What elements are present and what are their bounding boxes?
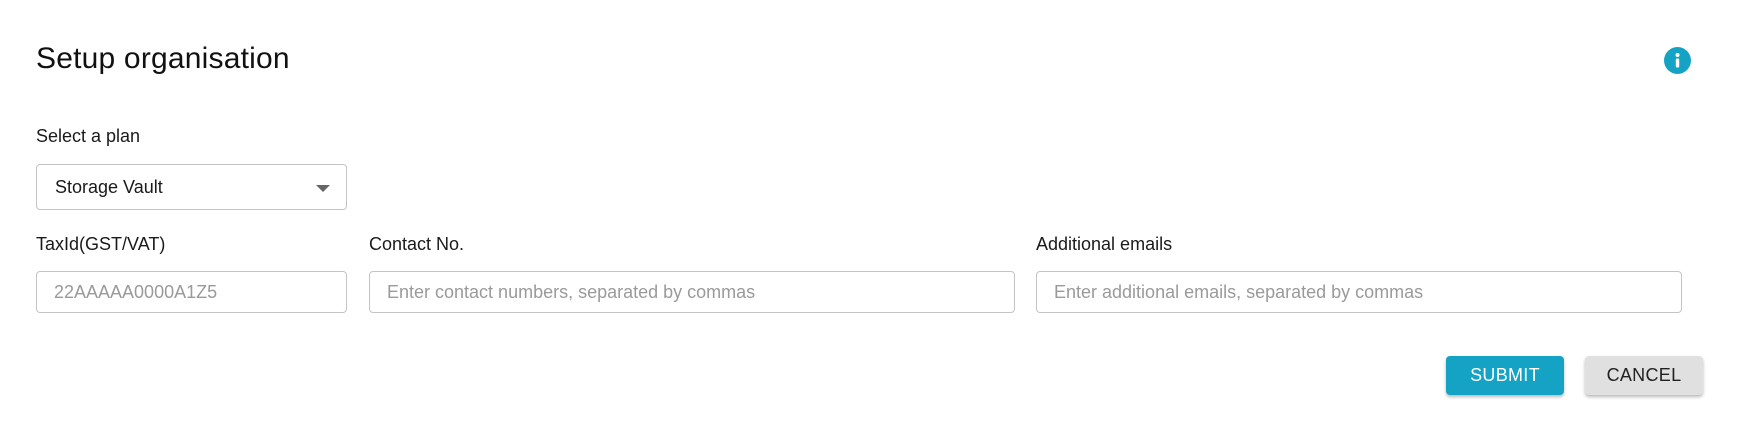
caret-down-icon [316, 185, 330, 192]
page-title: Setup organisation [36, 42, 290, 75]
plan-select-value: Storage Vault [55, 177, 163, 197]
emails-label: Additional emails [1036, 234, 1173, 254]
plan-label: Select a plan [36, 126, 141, 146]
info-glyph [1675, 53, 1680, 68]
contact-input[interactable] [369, 271, 1015, 313]
contact-label: Contact No. [369, 234, 465, 254]
cancel-button[interactable]: CANCEL [1585, 356, 1703, 395]
tax-id-input[interactable] [36, 271, 347, 313]
emails-input[interactable] [1036, 271, 1682, 313]
info-icon[interactable] [1664, 47, 1691, 74]
plan-select[interactable]: Storage Vault [36, 164, 347, 210]
tax-id-label: TaxId(GST/VAT) [36, 234, 166, 254]
submit-button[interactable]: SUBMIT [1446, 356, 1564, 395]
